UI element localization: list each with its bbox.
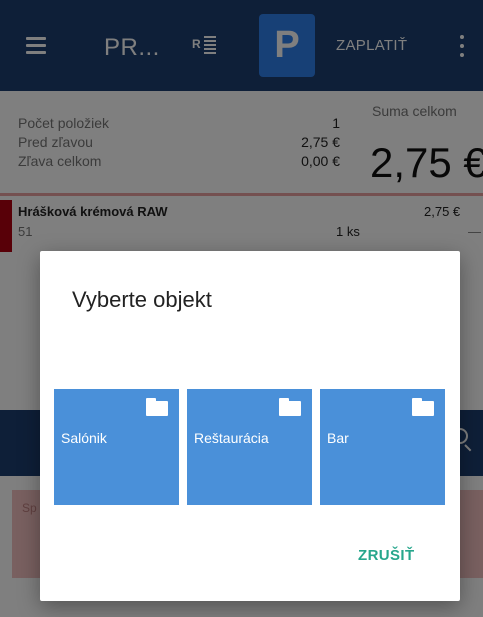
folder-icon [146, 398, 168, 416]
select-object-dialog: Vyberte objekt Salónik Reštaurácia Bar Z… [40, 251, 460, 601]
folder-icon [412, 398, 434, 416]
object-tiles: Salónik Reštaurácia Bar [54, 389, 446, 505]
object-tile-salonik[interactable]: Salónik [54, 389, 179, 505]
object-tile-label: Reštaurácia [194, 430, 269, 446]
object-tile-bar[interactable]: Bar [320, 389, 445, 505]
object-tile-label: Bar [327, 430, 349, 446]
cancel-button[interactable]: ZRUŠIŤ [358, 547, 415, 564]
dialog-title: Vyberte objekt [72, 287, 212, 312]
folder-icon [279, 398, 301, 416]
object-tile-restauracia[interactable]: Reštaurácia [187, 389, 312, 505]
object-tile-label: Salónik [61, 430, 107, 446]
